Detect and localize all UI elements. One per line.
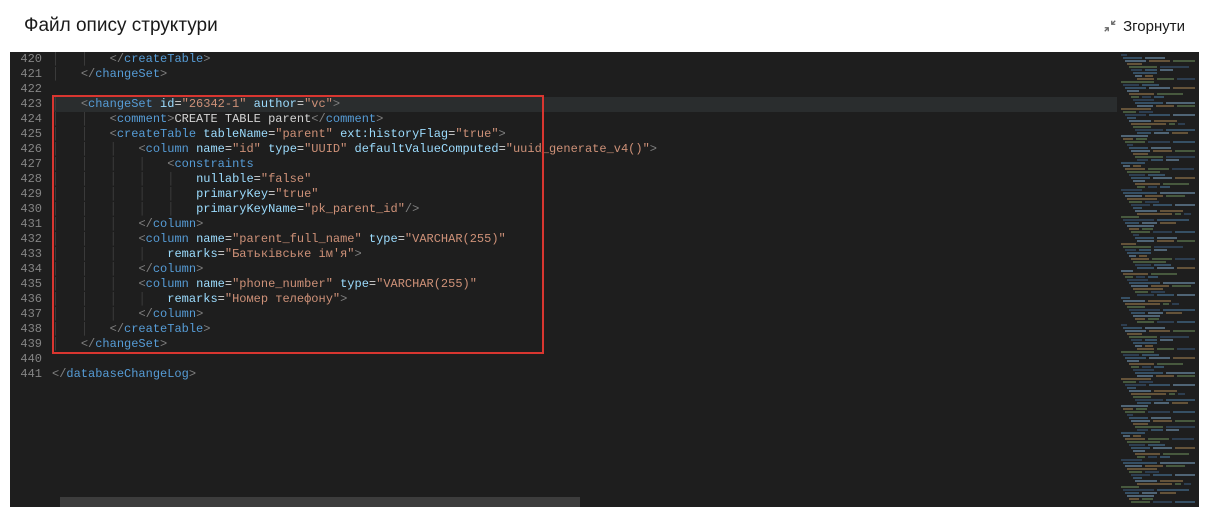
code-line[interactable]: │ <changeSet id="26342-1" author="vc">: [52, 97, 1117, 112]
line-number: 432: [10, 232, 42, 247]
code-line[interactable]: │ │ │ │ <constraints: [52, 157, 1117, 172]
line-number: 441: [10, 367, 42, 382]
line-number: 435: [10, 277, 42, 292]
line-number: 433: [10, 247, 42, 262]
code-line[interactable]: │ │ │ </column>: [52, 262, 1117, 277]
line-number: 440: [10, 352, 42, 367]
collapse-button-label: Згорнути: [1123, 18, 1185, 35]
code-line[interactable]: │ │ │ │ │ nullable="false": [52, 172, 1117, 187]
line-number: 427: [10, 157, 42, 172]
code-line[interactable]: │ │ │ </column>: [52, 307, 1117, 322]
code-line[interactable]: │ │ │ │ remarks="Батьківське ім'я">: [52, 247, 1117, 262]
code-line[interactable]: │ │ │ │ │ primaryKeyName="pk_parent_id"/…: [52, 202, 1117, 217]
line-number: 436: [10, 292, 42, 307]
code-line[interactable]: │ │ │ │ │ primaryKey="true": [52, 187, 1117, 202]
code-line[interactable]: │ │ │ <column name="id" type="UUID" defa…: [52, 142, 1117, 157]
line-number: 438: [10, 322, 42, 337]
line-number: 429: [10, 187, 42, 202]
line-number: 422: [10, 82, 42, 97]
code-line[interactable]: │ │ │ <column name="phone_number" type="…: [52, 277, 1117, 292]
line-number: 439: [10, 337, 42, 352]
code-line[interactable]: │ │ <comment>CREATE TABLE parent</commen…: [52, 112, 1117, 127]
line-number: 434: [10, 262, 42, 277]
code-line[interactable]: │ │ </createTable>: [52, 322, 1117, 337]
page-title: Файл опису структури: [24, 15, 218, 37]
code-line[interactable]: │ │ </createTable>: [52, 52, 1117, 67]
code-line[interactable]: │ │ │ </column>: [52, 217, 1117, 232]
code-line[interactable]: │ │ │ │ remarks="Номер телефону">: [52, 292, 1117, 307]
code-line[interactable]: │ </changeSet>: [52, 337, 1117, 352]
code-line[interactable]: │ │ <createTable tableName="parent" ext:…: [52, 127, 1117, 142]
line-number: 437: [10, 307, 42, 322]
line-number: 428: [10, 172, 42, 187]
line-number-gutter: 4204214224234244254264274284294304314324…: [10, 52, 52, 507]
code-line[interactable]: │ </changeSet>: [52, 67, 1117, 82]
header-bar: Файл опису структури Згорнути: [0, 0, 1209, 52]
line-number: 420: [10, 52, 42, 67]
line-number: 425: [10, 127, 42, 142]
collapse-button[interactable]: Згорнути: [1103, 18, 1185, 35]
line-number: 421: [10, 67, 42, 82]
code-line[interactable]: │ │ │ <column name="parent_full_name" ty…: [52, 232, 1117, 247]
code-area[interactable]: │ │ </createTable>│ </changeSet>│ <chang…: [52, 52, 1117, 507]
line-number: 424: [10, 112, 42, 127]
line-number: 430: [10, 202, 42, 217]
collapse-diagonal-icon: [1103, 19, 1117, 33]
horizontal-scrollbar-thumb[interactable]: [60, 497, 580, 507]
minimap-content: [1117, 52, 1199, 506]
horizontal-scrollbar[interactable]: [52, 497, 1117, 507]
line-number: 426: [10, 142, 42, 157]
line-number: 431: [10, 217, 42, 232]
code-editor[interactable]: 4204214224234244254264274284294304314324…: [10, 52, 1199, 507]
line-number: 423: [10, 97, 42, 112]
code-line[interactable]: [52, 352, 1117, 367]
minimap[interactable]: [1117, 52, 1199, 507]
code-line[interactable]: [52, 82, 1117, 97]
code-line[interactable]: </databaseChangeLog>: [52, 367, 1117, 382]
